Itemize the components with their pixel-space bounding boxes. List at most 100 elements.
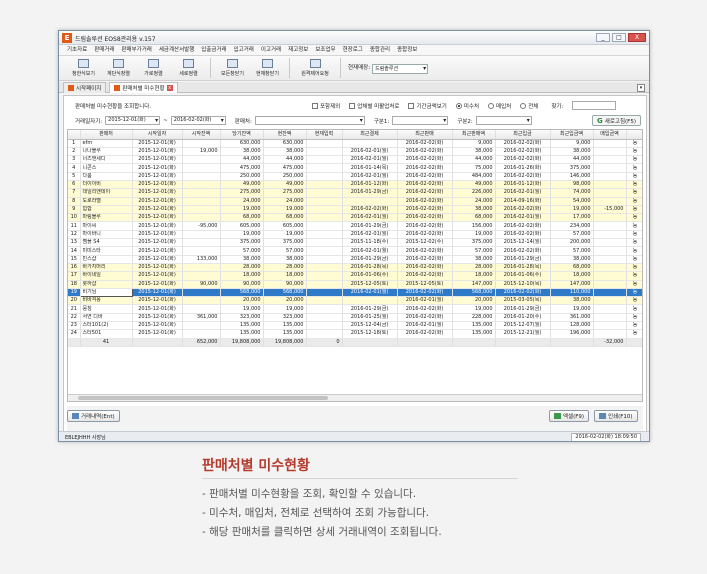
- total-cell: [397, 338, 453, 347]
- table-cell: 568,000: [220, 288, 264, 298]
- menu-item[interactable]: 세금계산서발행: [159, 45, 194, 55]
- maximize-button[interactable]: □: [612, 33, 626, 42]
- table-cell: 18,000: [220, 271, 264, 281]
- table-row[interactable]: 18 롯하샵 2015-12-01(화) 90,000 90,000 90,000 2015…: [68, 280, 642, 289]
- column-header[interactable]: 현잔액: [263, 130, 307, 140]
- table-cell: 226,000: [452, 188, 496, 198]
- table-row[interactable]: 7 데일리앤데이 2015-12-01(화) 275,000 275,000 2016-0…: [68, 188, 642, 198]
- table-row[interactable]: 19 비기님 2015-12-01(화) 568,000 568,000 2016-02-…: [68, 287, 642, 298]
- menu-item[interactable]: 재고정보: [288, 45, 308, 55]
- menu-item[interactable]: 현장로그: [343, 45, 363, 55]
- table-row[interactable]: 22 서연 디바 2015-12-01(화) 361,000 323,000 323,00…: [68, 313, 642, 323]
- menu-item[interactable]: 판매부가거래: [122, 45, 152, 55]
- menu-item[interactable]: 판매거래: [94, 45, 114, 55]
- stair-arrange-button[interactable]: 계단식창열: [102, 56, 135, 80]
- menu-item[interactable]: 이고거래: [261, 45, 281, 55]
- table-row[interactable]: 10 마링블루 2015-12-01(화) 68,000 68,000 2016-02-0…: [68, 213, 642, 223]
- column-header[interactable]: 현재입력: [306, 130, 343, 140]
- close-button[interactable]: X: [628, 33, 646, 42]
- option-inactive-vendor[interactable]: 업체별 미활업처로: [349, 102, 399, 110]
- table-cell: [182, 271, 221, 281]
- tab-vendor-receivables[interactable]: 판매처별 미수현황 x: [109, 82, 178, 93]
- menu-item[interactable]: 입출금거래: [201, 45, 226, 55]
- table-row[interactable]: 21 뭉칭 2015-12-01(화) 19,000 19,000 2016-01-29(…: [68, 304, 642, 314]
- table-row[interactable]: 8 도로라벨 2015-12-01(화) 24,000 24,000 2016-02-02…: [68, 197, 642, 206]
- minimize-button[interactable]: _: [596, 33, 610, 42]
- table-cell: 2015-12-01(화): [132, 163, 183, 173]
- menu-item[interactable]: 입고거래: [234, 45, 254, 55]
- table-cell: 민스샵: [80, 255, 133, 264]
- menu-item[interactable]: 종합정보: [397, 45, 417, 55]
- table-row[interactable]: 2 나나블루 2015-12-01(화) 19,000 38,000 38,000 2016…: [68, 147, 642, 157]
- cascade-view-button[interactable]: 청한식보기: [67, 56, 100, 80]
- tab-start-page[interactable]: 시작페이지: [63, 82, 107, 93]
- table-row[interactable]: 17 바이네일 2015-12-01(화) 18,000 18,000 2016-01-0…: [68, 271, 642, 281]
- table-cell: 9,000: [452, 139, 496, 148]
- horizontal-scrollbar[interactable]: [68, 394, 642, 401]
- column-header[interactable]: 최근판매: [397, 130, 453, 140]
- table-cell: [593, 263, 627, 273]
- column-header[interactable]: 최근판매액: [452, 130, 496, 140]
- excel-button[interactable]: 엑셀(F9): [549, 410, 590, 422]
- column-header[interactable]: [68, 130, 81, 140]
- remote-control-button[interactable]: 원격제어요청: [295, 56, 335, 80]
- table-row[interactable]: 24 스타501 2015-12-01(화) 135,000 135,000 2015-1…: [68, 329, 642, 339]
- search-input[interactable]: [572, 101, 617, 110]
- table-row[interactable]: 20 비바걱몽 2015-12-01(화) 20,000 20,000 2016-02-0…: [68, 296, 642, 306]
- table-cell: 19,000: [263, 230, 307, 240]
- gubun1-select[interactable]: [392, 116, 449, 125]
- option-exclude[interactable]: 포함제외: [312, 102, 340, 110]
- tile-vertical-button[interactable]: 세로정렬: [172, 56, 205, 80]
- column-header[interactable]: 판매처: [80, 130, 133, 140]
- table-cell: 6: [68, 180, 81, 190]
- radio-all[interactable]: 전체: [520, 102, 538, 110]
- column-header[interactable]: 시작일자: [132, 130, 183, 140]
- refresh-button[interactable]: G 새로고침(F5): [592, 115, 641, 126]
- gubun2-select[interactable]: [475, 116, 532, 125]
- table-row[interactable]: 9 힙합 2015-12-01(화) 19,000 19,000 2016-02-02(화…: [68, 205, 642, 215]
- table-row[interactable]: 14 미미스타 2015-12-01(화) 57,000 57,000 2016-02-0…: [68, 246, 642, 256]
- shop-select[interactable]: 드림솔루션: [372, 64, 429, 74]
- menu-item[interactable]: 기초자료: [67, 45, 87, 55]
- table-cell: 2016-02-02(화): [495, 221, 551, 231]
- column-header[interactable]: 최근입금액: [550, 130, 594, 140]
- date-to-input[interactable]: 2016-02-02(화): [170, 116, 226, 125]
- close-all-button[interactable]: 모든창닫기: [216, 56, 249, 80]
- table-row[interactable]: 5 다룸 2015-12-01(화) 250,000 250,000 2016-02-01…: [68, 172, 642, 182]
- column-header[interactable]: 최근입금: [495, 130, 551, 140]
- tab-close-icon[interactable]: x: [166, 85, 173, 91]
- table-cell: 니콘스: [80, 163, 133, 173]
- column-header[interactable]: 최근결제: [342, 130, 398, 140]
- table-row[interactable]: 16 바가지머리 2015-12-01(화) 28,000 28,000 2016-01-…: [68, 263, 642, 273]
- vendor-select[interactable]: [254, 116, 365, 125]
- column-header[interactable]: 시작잔액: [182, 130, 221, 140]
- column-header[interactable]: 당기잔액: [220, 130, 264, 140]
- scrollbar-thumb[interactable]: [78, 396, 328, 400]
- table-row[interactable]: 23 스타101(2) 2015-12-01(화) 135,000 135,000 201…: [68, 321, 642, 331]
- radio-receivable[interactable]: 미수처: [455, 102, 479, 110]
- print-button[interactable]: 인쇄(F10): [594, 410, 638, 422]
- menu-item[interactable]: 종합관리: [370, 45, 390, 55]
- tab-list-dropdown-icon[interactable]: ▾: [637, 84, 645, 92]
- transaction-detail-button[interactable]: 거래내역(Ent): [67, 410, 120, 422]
- table-row[interactable]: 11 마이씨 2015-12-01(화) -95,000 605,000 605,000 2…: [68, 221, 642, 231]
- table-row[interactable]: 4 니콘스 2015-12-01(화) 475,000 475,000 2016-01-1…: [68, 163, 642, 173]
- tile-horizontal-button[interactable]: 가로정렬: [137, 56, 170, 80]
- table-row[interactable]: 6 더이이비 2015-12-01(화) 49,000 49,000 2016-01-12…: [68, 180, 642, 190]
- table-row[interactable]: 15 민스샵 2015-12-01(화) 133,000 38,000 38,000 201…: [68, 255, 642, 264]
- close-current-button[interactable]: 현재창닫기: [251, 56, 284, 80]
- table-cell: 44,000: [452, 155, 496, 165]
- table-row[interactable]: 12 마이바니 2015-12-01(화) 19,000 19,000 2016-02-0…: [68, 230, 642, 240]
- menu-item[interactable]: 보조업무: [315, 45, 335, 55]
- table-row[interactable]: 1 efm 2015-12-01(화) 630,000 630,000 2016-02-0…: [68, 139, 642, 148]
- table-row[interactable]: 13 멤플 S4 2015-12-01(화) 375,000 375,000 2015-1…: [68, 238, 642, 248]
- option-period-amount[interactable]: 기간금액보기: [408, 102, 447, 110]
- table-cell: 2015-12-04(금): [342, 321, 398, 331]
- radio-purchase[interactable]: 매입처: [488, 102, 511, 110]
- date-from-input[interactable]: 2015-12-01(화): [105, 116, 161, 125]
- column-header: [626, 130, 642, 140]
- table-row[interactable]: 3 너즈앤세디 2015-12-01(화) 44,000 44,000 2016-02-0…: [68, 155, 642, 165]
- table-cell: [182, 163, 221, 173]
- column-header[interactable]: 매입금액: [593, 130, 627, 140]
- toolbar-divider: [340, 58, 341, 78]
